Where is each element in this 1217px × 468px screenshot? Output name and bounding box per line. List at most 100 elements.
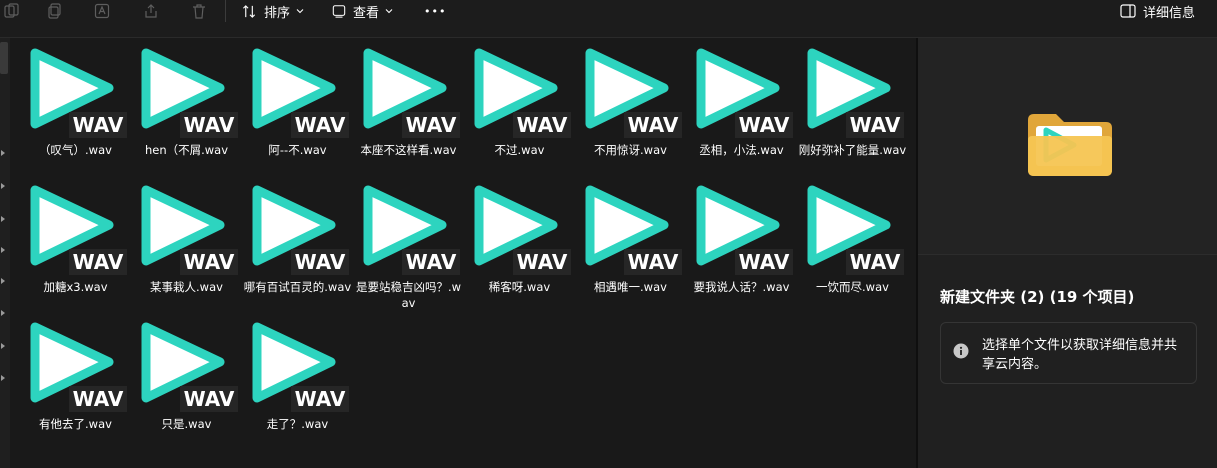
details-title: 新建文件夹 (2) (19 个项目) [940,288,1135,306]
toolbar-divider [225,0,226,22]
view-button[interactable]: 查看 [332,0,393,22]
file-item[interactable]: WAV 本座不这样看.wav [353,38,464,172]
scrollbar-thumb[interactable] [0,42,8,74]
wav-play-icon: WAV [252,322,349,412]
wav-play-icon: WAV [363,48,460,138]
file-item[interactable]: WAV 不过.wav [464,38,575,172]
file-type-badge: WAV [850,250,901,274]
sort-button[interactable]: 排序 [242,0,304,22]
file-type-badge: WAV [184,113,235,137]
file-type-badge: WAV [73,113,124,137]
wav-play-icon: WAV [30,185,127,275]
expand-arrow-icon[interactable] [1,343,5,349]
expand-arrow-icon[interactable] [1,247,5,253]
file-type-badge: WAV [517,250,568,274]
file-name: （叹气）.wav [39,143,112,157]
file-name: 本座不这样看.wav [360,143,457,157]
wav-play-icon: WAV [363,185,460,275]
file-type-badge: WAV [184,250,235,274]
file-name: 要我说人话？.wav [693,280,790,294]
file-name: 加糖x3.wav [43,280,108,294]
file-item[interactable]: WAV 刚好弥补了能量.wav [797,38,908,172]
file-type-badge: WAV [517,113,568,137]
wav-play-icon: WAV [807,185,904,275]
file-type-badge: WAV [739,113,790,137]
wav-play-icon: WAV [474,185,571,275]
file-name: 刚好弥补了能量.wav [798,143,907,157]
share-icon[interactable] [139,0,163,22]
expand-arrow-icon[interactable] [1,183,5,189]
file-type-badge: WAV [73,250,124,274]
wav-play-icon: WAV [696,48,793,138]
file-item[interactable]: WAV 相遇唯一.wav [575,175,686,309]
wav-play-icon: WAV [141,322,238,412]
file-item[interactable]: WAV 稀客呀.wav [464,175,575,309]
wav-play-icon: WAV [252,48,349,138]
file-item[interactable]: WAV 要我说人话？.wav [686,175,797,309]
file-type-badge: WAV [406,113,457,137]
file-item[interactable]: WAV 只是.wav [131,312,242,446]
chevron-down-icon [296,9,304,14]
file-item[interactable]: WAV 是要站稳吉凶吗？.wav [353,175,464,310]
file-name: 走了？.wav [266,417,329,431]
sort-label: 排序 [264,5,291,21]
info-card: 选择单个文件以获取详细信息并共享云内容。 [940,322,1197,384]
file-name: 是要站稳吉凶吗？.wav [355,280,462,310]
delete-icon[interactable] [187,0,211,22]
file-type-badge: WAV [406,250,457,274]
cut-icon[interactable] [0,0,24,22]
file-name: 丞相，小法.wav [699,143,784,157]
file-item[interactable]: WAV 某事栽人.wav [131,175,242,309]
wav-play-icon: WAV [696,185,793,275]
navigation-pane-edge[interactable] [0,38,10,468]
file-grid: WAV （叹气）.wav WAV hen（不屑.wav WAV 阿--不.wav… [20,38,916,468]
wav-play-icon: WAV [30,322,127,412]
wav-play-icon: WAV [585,185,682,275]
copy-icon[interactable] [43,0,67,22]
file-item[interactable]: WAV 不用惊讶.wav [575,38,686,172]
file-item[interactable]: WAV hen（不屑.wav [131,38,242,172]
file-name: 某事栽人.wav [150,280,223,294]
file-name: 一饮而尽.wav [816,280,889,294]
expand-arrow-icon[interactable] [1,216,5,222]
file-item[interactable]: WAV 哪有百试百灵的.wav [242,175,353,309]
wav-play-icon: WAV [141,48,238,138]
file-item[interactable]: WAV 走了？.wav [242,312,353,446]
sort-icon [243,4,256,18]
more-options-button[interactable]: ••• [424,0,446,22]
info-icon [953,343,969,359]
file-type-badge: WAV [295,113,346,137]
file-item[interactable]: WAV 有他去了.wav [20,312,131,446]
file-type-badge: WAV [628,250,679,274]
file-type-badge: WAV [850,113,901,137]
expand-arrow-icon[interactable] [1,150,5,156]
expand-arrow-icon[interactable] [1,278,5,284]
wav-play-icon: WAV [30,48,127,138]
file-item[interactable]: WAV 一饮而尽.wav [797,175,908,309]
file-type-badge: WAV [295,387,346,411]
file-item[interactable]: WAV （叹气）.wav [20,38,131,172]
wav-play-icon: WAV [807,48,904,138]
folder-icon [1028,114,1112,176]
wav-play-icon: WAV [252,185,349,275]
preview-area [918,38,1217,255]
file-item[interactable]: WAV 加糖x3.wav [20,175,131,309]
file-type-badge: WAV [73,387,124,411]
file-name: 哪有百试百灵的.wav [243,280,352,294]
file-name: 有他去了.wav [39,417,112,431]
chevron-down-icon [385,9,393,14]
expand-arrow-icon[interactable] [1,375,5,381]
info-text: 选择单个文件以获取详细信息并共享云内容。 [982,338,1178,372]
expand-arrow-icon[interactable] [1,310,5,316]
file-item[interactable]: WAV 丞相，小法.wav [686,38,797,172]
view-icon [332,5,346,18]
details-button[interactable]: 详细信息 [1120,0,1195,22]
file-name: 稀客呀.wav [488,280,551,294]
file-name: 不过.wav [494,143,545,157]
file-name: hen（不屑.wav [144,143,229,157]
wav-play-icon: WAV [141,185,238,275]
rename-icon[interactable] [90,0,114,22]
command-bar: 排序 查看 ••• 详细信息 [0,0,1217,38]
file-item[interactable]: WAV 阿--不.wav [242,38,353,172]
details-label: 详细信息 [1143,5,1196,21]
